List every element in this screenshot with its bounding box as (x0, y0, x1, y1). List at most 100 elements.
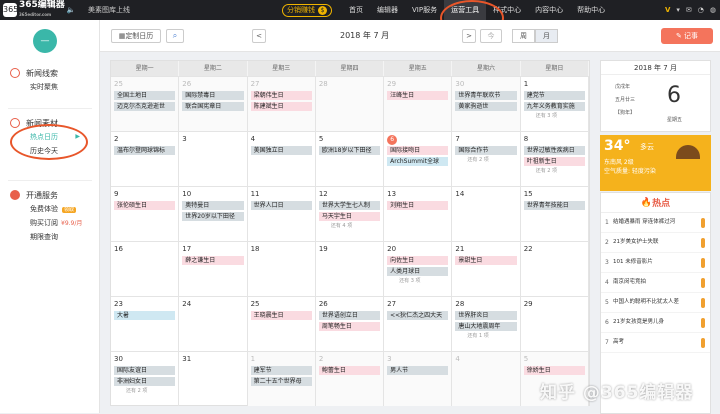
tab-week[interactable]: 周 (512, 29, 535, 43)
calendar-day-cell[interactable]: 12 世界大学生七人制 马天宇生日 还有 4 项 (316, 187, 385, 241)
nav-vip[interactable]: VIP服务 (405, 0, 444, 20)
calendar-day-cell[interactable]: 1 建军节 第二十五个世界母 (247, 352, 316, 406)
nav-home[interactable]: 首页 (342, 0, 370, 20)
calendar-event[interactable]: 王晓晨生日 (250, 311, 312, 320)
calendar-event[interactable]: 世界过敏性疾病日 (523, 146, 585, 155)
hot-topic-item[interactable]: 5 中国人的聪明不比犹太人差 (601, 293, 710, 313)
hot-topic-item[interactable]: 6 21岁女孩竟是男儿身 (601, 313, 710, 333)
calendar-day-cell[interactable]: 3 (179, 132, 248, 186)
calendar-event[interactable]: 世界人口日 (250, 201, 312, 210)
calendar-event[interactable]: 徐娇生日 (523, 366, 585, 375)
calendar-event[interactable]: 奥特曼日 (182, 201, 244, 210)
calendar-day-cell[interactable]: 19 (316, 242, 385, 296)
calendar-event[interactable]: 人类月球日 (387, 267, 449, 276)
calendar-day-cell[interactable]: 4 (452, 352, 521, 406)
user-icon[interactable]: ◍ (710, 6, 716, 14)
calendar-event[interactable]: 叶祖新生日 (523, 157, 585, 166)
calendar-day-cell[interactable]: 3 男人节 (384, 352, 453, 406)
calendar-event[interactable]: 黄家驹逝世 (455, 102, 517, 111)
calendar-event[interactable]: 陈建斌生日 (250, 102, 312, 111)
more-events-link[interactable]: 还有 3 项 (399, 277, 448, 284)
calendar-event[interactable]: 男人节 (387, 366, 449, 375)
calendar-event[interactable]: 国际友谊日 (114, 366, 176, 375)
calendar-day-cell[interactable]: 5 欧洲18岁以下田径 (316, 132, 385, 186)
calendar-day-cell[interactable]: 14 (452, 187, 521, 241)
calendar-event[interactable]: 向佐生日 (387, 256, 449, 265)
calendar-event[interactable]: 汪峰生日 (387, 91, 449, 100)
calendar-event[interactable]: 马天宇生日 (318, 212, 381, 221)
calendar-event[interactable]: 温布尔登网球锦标 (114, 146, 176, 155)
calendar-event[interactable]: 国际合作节 (455, 146, 517, 155)
sidebar-item-free-trial[interactable]: 免费体验 领取 (0, 202, 100, 216)
search-icon[interactable]: ⌕ (166, 29, 184, 43)
calendar-event[interactable]: 张伦硕生日 (114, 201, 176, 210)
message-icon[interactable]: ✉ (686, 6, 692, 14)
calendar-day-cell[interactable]: 25 全国土地日 迈克尔杰克逊逝世 (111, 77, 180, 131)
nav-help-center[interactable]: 帮助中心 (570, 0, 612, 20)
calendar-event[interactable]: <<狄仁杰之四大天 (387, 311, 449, 320)
calendar-day-cell[interactable]: 15 世界青年技能日 (521, 187, 589, 241)
nav-editor[interactable]: 编辑器 (370, 0, 405, 20)
more-events-link[interactable]: 还有 1 项 (467, 332, 516, 339)
collapse-toggle-icon[interactable]: — (33, 29, 57, 53)
calendar-day-cell[interactable]: 13 刘翔生日 (384, 187, 453, 241)
more-events-link[interactable]: 还有 4 项 (331, 222, 380, 229)
calendar-day-cell[interactable]: 24 (179, 297, 248, 351)
calendar-day-cell[interactable]: 30 国际友谊日 非洲妇女日 还有 2 项 (111, 352, 180, 406)
calendar-event[interactable]: 世界语创立日 (318, 311, 381, 320)
calendar-day-cell[interactable]: 30 世界青年联欢节 黄家驹逝世 (452, 77, 521, 131)
sidebar-item-buy-subscription[interactable]: 购买订阅 ¥9.9/月 (0, 216, 100, 230)
calendar-day-cell[interactable]: 22 (521, 242, 589, 296)
calendar-event[interactable]: 世界肝炎日 (455, 311, 517, 320)
calendar-day-cell[interactable]: 26 国际禁毒日 联合国宪章日 (179, 77, 248, 131)
calendar-day-cell[interactable]: 27 <<狄仁杰之四大天 (384, 297, 453, 351)
calendar-event[interactable]: 唐山大地震周年 (455, 322, 517, 331)
next-month-button[interactable]: > (462, 29, 476, 43)
calendar-event[interactable]: 美国独立日 (250, 146, 312, 155)
calendar-day-cell[interactable]: 17 薛之谦生日 (179, 242, 248, 296)
calendar-event[interactable]: 迈克尔杰克逊逝世 (114, 102, 176, 111)
calendar-day-cell[interactable]: 4 美国独立日 (248, 132, 316, 186)
calendar-day-cell[interactable]: 9 张伦硕生日 (111, 187, 180, 241)
calendar-day-cell[interactable]: 29 (521, 297, 589, 351)
calendar-event[interactable]: ArchSummit全球 (387, 157, 449, 166)
calendar-day-cell[interactable]: 7 国际合作节 还有 2 项 (452, 132, 521, 186)
calendar-day-cell[interactable]: 27 梁朝伟生日 陈建斌生日 (247, 77, 316, 131)
calendar-day-cell[interactable]: 8 世界过敏性疾病日 叶祖新生日 还有 2 项 (521, 132, 589, 186)
calendar-day-cell[interactable]: 2 鲍蕾生日 (315, 352, 385, 406)
today-button[interactable]: 今 (480, 29, 502, 43)
hot-topic-item[interactable]: 7 高考 (601, 333, 710, 353)
nav-content-center[interactable]: 内容中心 (528, 0, 570, 20)
more-events-link[interactable]: 还有 2 项 (467, 156, 516, 163)
more-events-link[interactable]: 还有 2 项 (126, 387, 175, 394)
hot-topic-item[interactable]: 2 21岁美女护士失联 (601, 233, 710, 253)
calendar-event[interactable]: 九年义务教育实施 (523, 102, 585, 111)
calendar-day-cell[interactable]: 11 世界人口日 (248, 187, 316, 241)
calendar-day-cell[interactable]: 10 奥特曼日 世界20岁以下田径 (179, 187, 248, 241)
calendar-event[interactable]: 国际接吻日 (387, 146, 449, 155)
vip-icon[interactable]: V (665, 6, 670, 14)
calendar-event[interactable]: 刘翔生日 (387, 201, 449, 210)
calendar-day-cell[interactable]: 1 建党节 九年义务教育实施 还有 3 项 (521, 77, 589, 131)
calendar-day-cell[interactable]: 31 (179, 352, 248, 406)
calendar-day-cell[interactable]: 23 大暑 (111, 297, 180, 351)
calendar-day-cell[interactable]: 20 向佐生日 人类月球日 还有 3 项 (384, 242, 453, 296)
notice-text[interactable]: 美素图库上线 (88, 5, 282, 15)
calendar-day-cell[interactable]: 18 (248, 242, 316, 296)
calendar-event[interactable]: 建党节 (523, 91, 585, 100)
calendar-event[interactable]: 世界青年技能日 (523, 201, 585, 210)
sidebar-item-realtime-focus[interactable]: 实时聚焦 (0, 80, 100, 94)
calendar-event[interactable]: 联合国宪章日 (182, 102, 244, 111)
calendar-day-cell[interactable]: 28 世界肝炎日 唐山大地震周年 还有 1 项 (452, 297, 521, 351)
calendar-event[interactable]: 国际禁毒日 (182, 91, 244, 100)
prev-month-button[interactable]: < (252, 29, 266, 43)
custom-calendar-button[interactable]: ▦ 定制日历 (111, 29, 161, 43)
calendar-event[interactable]: 梁朝伟生日 (250, 91, 312, 100)
tab-month[interactable]: 月 (535, 29, 558, 43)
calendar-event[interactable]: 第二十五个世界母 (250, 377, 312, 386)
calendar-event[interactable]: 大暑 (114, 311, 176, 320)
calendar-event[interactable]: 建军节 (250, 366, 312, 375)
earn-money-button[interactable]: 分销赚钱 $ (282, 3, 332, 17)
more-events-link[interactable]: 还有 3 项 (536, 112, 585, 119)
hot-topic-item[interactable]: 1 结婚遇暴雨 穿连体裤过河 (601, 213, 710, 233)
